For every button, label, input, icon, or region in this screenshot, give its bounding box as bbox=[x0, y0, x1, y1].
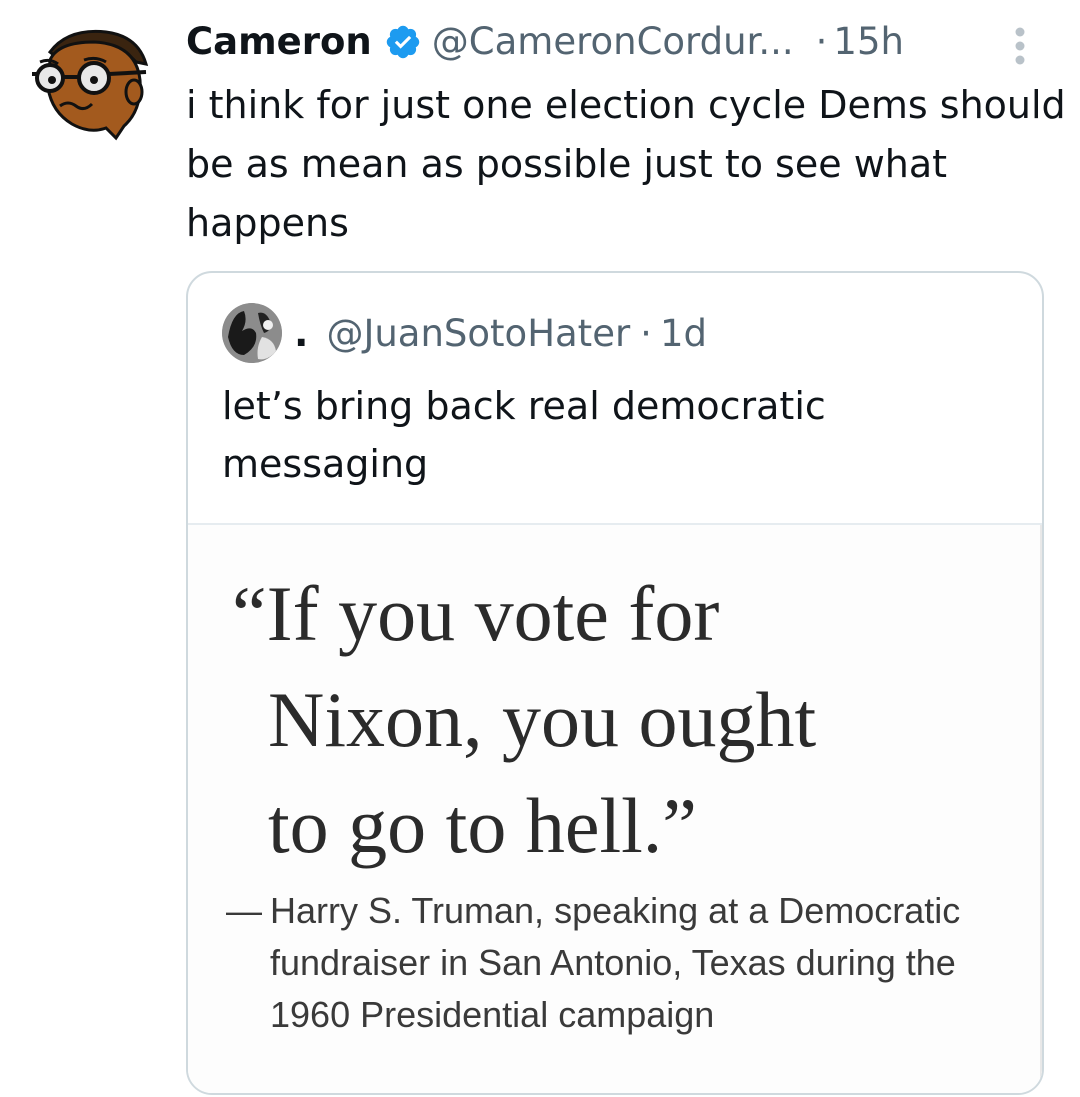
quoted-tweet-header: . @JuanSotoHater · 1d bbox=[222, 301, 707, 365]
photo-avatar-icon bbox=[222, 303, 282, 363]
tweet-header: Cameron @CameronCordur... · 15h bbox=[186, 18, 904, 66]
cartoon-avatar-icon bbox=[32, 29, 149, 141]
more-options-button[interactable] bbox=[1008, 24, 1032, 68]
image-quote-line: Nixon, you ought bbox=[268, 676, 817, 763]
attribution-dash: — bbox=[226, 890, 262, 931]
quoted-tweet-image[interactable]: “If you vote for Nixon, you ought to go … bbox=[188, 523, 1042, 1093]
quoted-display-name[interactable]: . bbox=[294, 311, 308, 355]
image-attribution: — Harry S. Truman, speaking at a Democra… bbox=[226, 885, 986, 1041]
quoted-author-avatar[interactable] bbox=[222, 303, 282, 363]
quoted-timestamp[interactable]: 1d bbox=[660, 312, 707, 355]
image-quote-line: “If you vote for bbox=[232, 570, 720, 657]
header-separator: · bbox=[815, 20, 828, 63]
quoted-tweet-text: let’s bring back real democratic messagi… bbox=[222, 384, 826, 486]
tweet-timestamp[interactable]: 15h bbox=[833, 18, 904, 66]
image-quote: “If you vote for Nixon, you ought to go … bbox=[232, 561, 992, 879]
quoted-handle[interactable]: @JuanSotoHater bbox=[326, 312, 630, 355]
image-canvas: “If you vote for Nixon, you ought to go … bbox=[188, 525, 1042, 1093]
author-handle[interactable]: @CameronCordur... bbox=[432, 18, 794, 66]
image-quote-line: to go to hell.” bbox=[268, 782, 697, 869]
attribution-text: Harry S. Truman, speaking at a Democrati… bbox=[270, 890, 961, 1035]
more-vertical-icon bbox=[1015, 27, 1025, 65]
verified-badge-icon[interactable] bbox=[384, 23, 422, 61]
author-display-name[interactable]: Cameron bbox=[186, 18, 372, 66]
quoted-tweet-card[interactable]: . @JuanSotoHater · 1d let’s bring back r… bbox=[186, 271, 1044, 1095]
quoted-separator: · bbox=[640, 311, 652, 355]
tweet[interactable]: Cameron @CameronCordur... · 15h i think … bbox=[0, 0, 1080, 1097]
author-avatar[interactable] bbox=[28, 22, 156, 150]
tweet-text: i think for just one election cycle Dems… bbox=[186, 83, 1066, 245]
